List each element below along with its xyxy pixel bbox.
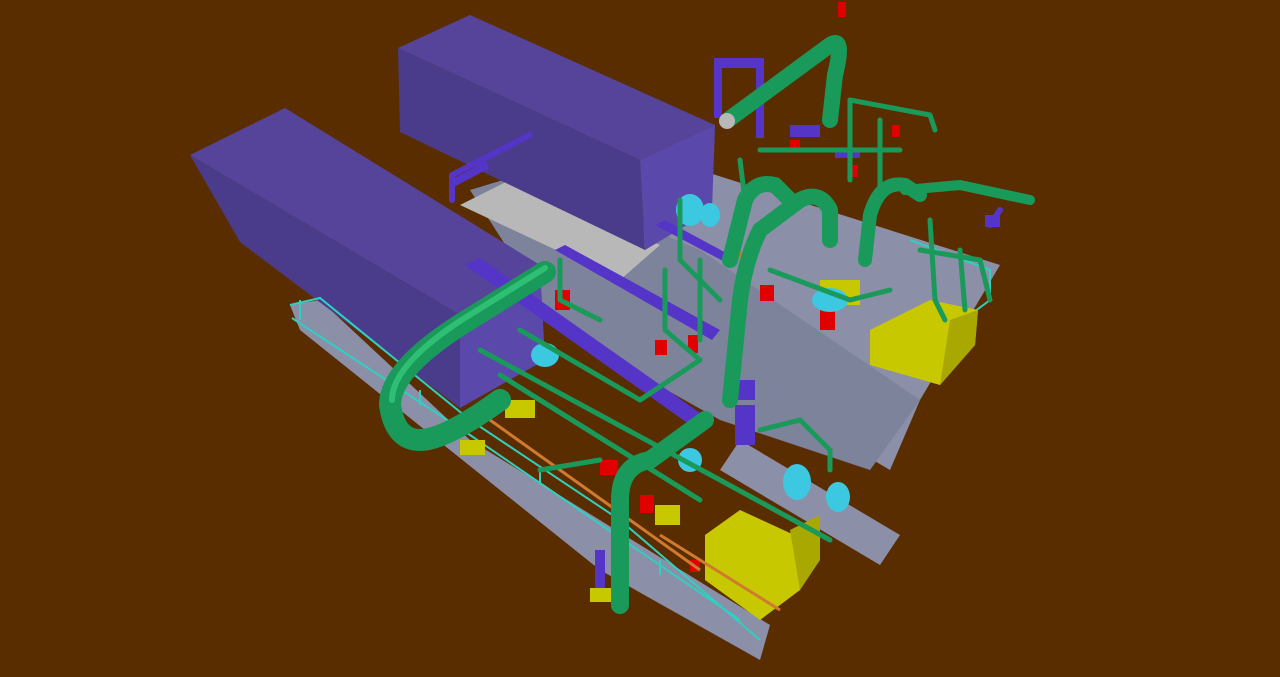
steel-post-south [595,550,605,590]
yellow-block-small [460,440,485,455]
pipe-end-cap [719,113,735,129]
valve[interactable] [640,495,654,513]
yellow-block-end [590,588,612,602]
valve[interactable] [892,125,900,137]
riser-loop[interactable] [720,35,847,128]
valve[interactable] [600,460,618,475]
steel-post-a [714,58,722,118]
steel-tag-east [790,125,820,137]
model-viewport[interactable] [0,0,1280,677]
vessel[interactable] [826,482,850,512]
valve[interactable] [760,285,774,301]
valve[interactable] [838,2,846,17]
vessel[interactable] [783,464,811,500]
plant-3d-scene[interactable] [0,0,1280,677]
vessel[interactable] [700,203,720,227]
yellow-block-south [655,505,680,525]
valve[interactable] [655,340,667,355]
steel-block-b [735,405,755,445]
valve[interactable] [820,310,835,330]
